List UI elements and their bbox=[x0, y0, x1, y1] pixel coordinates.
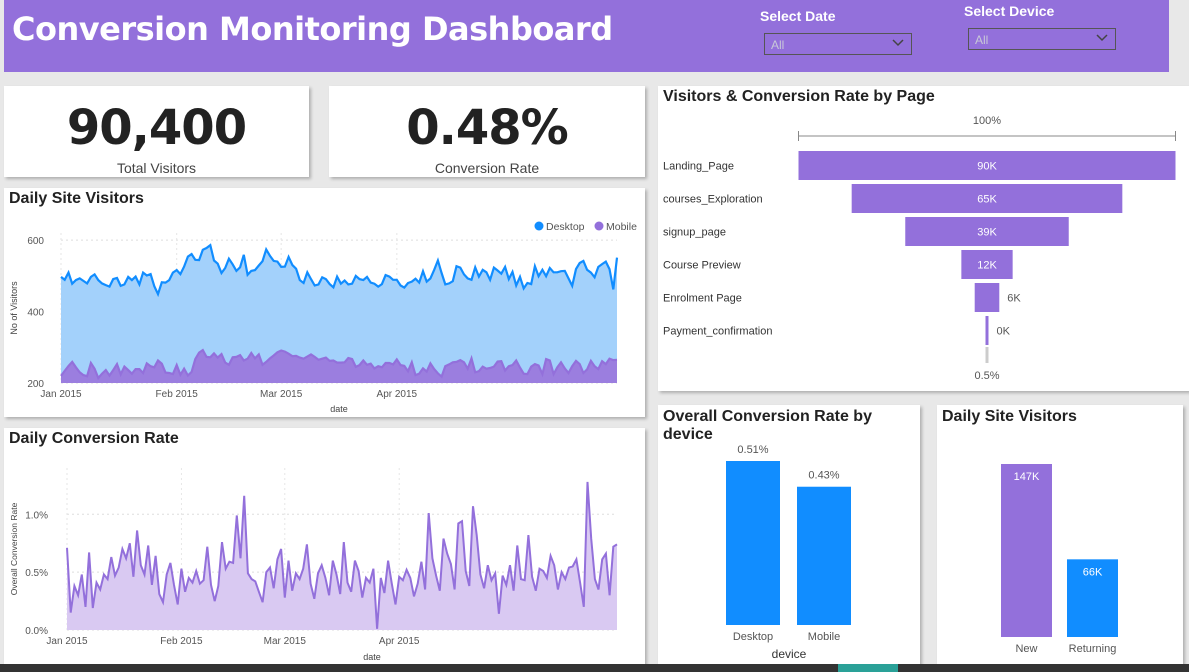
x-tick-label: Apr 2015 bbox=[379, 636, 420, 647]
x-tick-label: Returning bbox=[1069, 643, 1117, 655]
device-rate-chart[interactable]: 0.51% Desktop 0.43% Mobiledevice bbox=[658, 405, 920, 666]
y-tick-label: 600 bbox=[27, 236, 44, 247]
funnel-conversion-marker bbox=[985, 347, 989, 363]
bar-value-label: 0.51% bbox=[737, 444, 768, 456]
x-tick-label: Jan 2015 bbox=[46, 636, 88, 647]
device-slicer-value: All bbox=[975, 33, 989, 47]
x-tick-label: Mobile bbox=[808, 631, 840, 643]
date-slicer-label: Select Date bbox=[760, 8, 836, 24]
funnel-top-label: 100% bbox=[973, 115, 1001, 127]
funnel-value-label: 39K bbox=[977, 227, 997, 239]
x-tick-label: Apr 2015 bbox=[377, 389, 418, 400]
funnel-bar bbox=[985, 316, 989, 345]
funnel-value-label: 90K bbox=[977, 161, 997, 173]
kpi-total-visitors-label: Total Visitors bbox=[116, 160, 197, 176]
x-tick-label: Jan 2015 bbox=[40, 389, 82, 400]
active-page-indicator[interactable] bbox=[838, 664, 898, 672]
date-slicer[interactable]: All bbox=[764, 33, 912, 55]
kpi-card-total-visitors: 90,400 Total Visitors bbox=[4, 86, 309, 177]
kpi-conversion-rate-value: 0.48% bbox=[406, 100, 569, 156]
x-tick-label: Feb 2015 bbox=[160, 636, 203, 647]
funnel-category-label: Payment_confirmation bbox=[663, 326, 772, 338]
visitor-type-chart[interactable]: 147K New 66K Returning bbox=[937, 405, 1183, 666]
funnel-value-label: 12K bbox=[977, 260, 997, 272]
funnel-category-label: courses_Exploration bbox=[663, 194, 763, 206]
visitor-type-card: Daily Site Visitors 147K New 66K Returning bbox=[937, 405, 1183, 666]
legend-label-desktop: Desktop bbox=[546, 221, 585, 233]
funnel-category-label: Course Preview bbox=[663, 260, 741, 272]
kpi-card-conversion-rate: 0.48% Conversion Rate bbox=[329, 86, 645, 177]
y-tick-label: 400 bbox=[27, 308, 44, 319]
bar-value-label: 147K bbox=[1014, 471, 1040, 483]
kpi-total-visitors-value: 90,400 bbox=[66, 100, 247, 156]
x-axis-title: date bbox=[363, 652, 381, 662]
x-axis-title: device bbox=[772, 647, 807, 661]
y-axis-title: No of Visitors bbox=[9, 281, 19, 335]
dashboard-title: Conversion Monitoring Dashboard bbox=[12, 10, 613, 48]
kpi-conversion-rate-label: Conversion Rate bbox=[434, 160, 540, 176]
x-tick-label: Desktop bbox=[733, 631, 773, 643]
funnel-value-label: 65K bbox=[977, 194, 997, 206]
funnel-category-label: signup_page bbox=[663, 227, 726, 239]
y-tick-label: 1.0% bbox=[25, 510, 48, 521]
daily-visitors-chart[interactable]: 600400200Jan 2015 Feb 2015 Mar 2015 Apr 201… bbox=[4, 188, 645, 417]
funnel-chart[interactable]: 100% Landing_Page 90K courses_Exploration 65… bbox=[658, 86, 1189, 391]
funnel-category-label: Enrolment Page bbox=[663, 293, 742, 305]
daily-visitors-card: Daily Site Visitors 600 400 200 Jan 2015 Feb… bbox=[4, 188, 645, 417]
date-slicer-value: All bbox=[771, 38, 785, 52]
y-axis-title: Overall Conversion Rate bbox=[9, 502, 19, 595]
daily-conversion-chart[interactable]: 1.0% 0.5% 0.0%Jan 2015 Feb 2015 Mar 2015 Apr … bbox=[4, 428, 645, 666]
device-slicer-label: Select Device bbox=[964, 3, 1055, 19]
device-slicer[interactable]: All bbox=[968, 28, 1116, 50]
x-axis-title: date bbox=[330, 404, 348, 414]
bar-new bbox=[1001, 464, 1052, 637]
header-bar: Conversion Monitoring Dashboard Select D… bbox=[4, 0, 1169, 72]
x-tick-label: Mar 2015 bbox=[260, 389, 303, 400]
chevron-down-icon bbox=[892, 39, 904, 47]
y-tick-label: 0.5% bbox=[25, 568, 48, 579]
funnel-category-label: Landing_Page bbox=[663, 161, 734, 173]
bar-mobile bbox=[797, 486, 851, 625]
bar-value-label: 66K bbox=[1083, 566, 1103, 578]
funnel-bar bbox=[974, 283, 1000, 312]
bar-value-label: 0.43% bbox=[808, 470, 839, 482]
x-tick-label: Mar 2015 bbox=[264, 636, 307, 647]
funnel-value-label: 0K bbox=[997, 326, 1011, 338]
x-tick-label: Feb 2015 bbox=[156, 389, 199, 400]
legend-marker-mobile bbox=[594, 221, 604, 231]
bottom-bar bbox=[0, 664, 1189, 672]
daily-conversion-card: Daily Conversion Rate 1.0% 0.5% 0.0% Jan 20… bbox=[4, 428, 645, 666]
bar-desktop bbox=[726, 461, 780, 625]
funnel-card: Visitors & Conversion Rate by Page 100% L… bbox=[658, 86, 1189, 391]
funnel-value-label: 6K bbox=[1007, 293, 1021, 305]
chevron-down-icon bbox=[1096, 34, 1108, 42]
y-tick-label: 0.0% bbox=[25, 626, 48, 637]
device-rate-card: Overall Conversion Rate by device 0.51% D… bbox=[658, 405, 920, 666]
x-tick-label: New bbox=[1015, 643, 1037, 655]
funnel-bottom-label: 0.5% bbox=[974, 370, 999, 382]
legend-marker-desktop bbox=[534, 221, 544, 231]
legend-label-mobile: Mobile bbox=[606, 221, 637, 233]
